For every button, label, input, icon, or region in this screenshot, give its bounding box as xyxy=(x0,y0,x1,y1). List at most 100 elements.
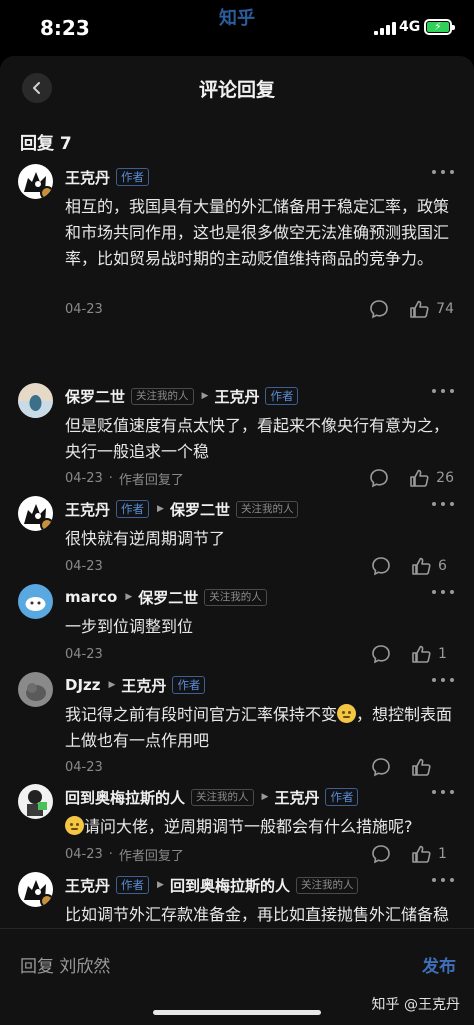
comment-meta: 保罗二世 关注我的人 ▶ 王克丹 作者 xyxy=(65,385,299,407)
reply-icon[interactable] xyxy=(369,299,389,319)
comment-actions: 1 xyxy=(371,642,454,666)
comment-footer: 04-23 · 作者回复了 xyxy=(65,844,184,864)
avatar[interactable] xyxy=(18,584,53,619)
follower-tag: 关注我的人 xyxy=(204,588,267,606)
like-button[interactable]: 1 xyxy=(411,644,454,665)
like-button[interactable]: 74 xyxy=(409,299,454,320)
reply-to-username[interactable]: 回到奥梅拉斯的人 xyxy=(170,875,290,896)
comment-actions: 1 xyxy=(371,842,454,866)
thinking-emoji-icon xyxy=(337,704,357,723)
more-icon[interactable] xyxy=(432,674,454,686)
like-button[interactable]: 6 xyxy=(411,556,454,577)
reply-icon[interactable] xyxy=(371,844,391,864)
author-replied-label: 作者回复了 xyxy=(118,472,184,488)
username[interactable]: 回到奥梅拉斯的人 xyxy=(65,787,185,808)
reply-to-username[interactable]: 王克丹 xyxy=(121,675,166,696)
publish-button[interactable]: 发布 xyxy=(422,952,456,977)
avatar[interactable] xyxy=(18,383,53,418)
author-tag: 作者 xyxy=(265,387,299,405)
thumbs-up-icon xyxy=(412,645,431,663)
battery-icon: ⚡ xyxy=(424,19,455,35)
username[interactable]: DJzz xyxy=(65,676,101,694)
comment-actions xyxy=(371,755,454,779)
avatar[interactable] xyxy=(18,164,53,199)
home-indicator[interactable] xyxy=(153,1010,321,1015)
reply-to-username[interactable]: 王克丹 xyxy=(214,386,259,407)
watermark: 知乎 @王克丹 xyxy=(371,997,460,1013)
avatar[interactable] xyxy=(18,784,53,819)
more-icon[interactable] xyxy=(432,874,454,886)
like-button[interactable]: 1 xyxy=(411,844,454,865)
reply-arrow-icon: ▶ xyxy=(261,792,269,802)
comment-text: 一步到位调整到位 xyxy=(65,617,194,636)
comment-date: 04-23 xyxy=(65,846,103,862)
more-icon[interactable] xyxy=(432,498,454,510)
signal-icon xyxy=(374,21,396,35)
like-count: 6 xyxy=(438,558,447,574)
comment-meta: 王克丹 作者 ▶ 回到奥梅拉斯的人 关注我的人 xyxy=(65,874,359,896)
more-icon[interactable] xyxy=(432,586,454,598)
like-count: 1 xyxy=(438,646,447,662)
comment-footer: 04-23 xyxy=(65,757,103,777)
thumbs-up-icon xyxy=(412,557,431,575)
username[interactable]: 王克丹 xyxy=(65,875,110,896)
reply-to-username[interactable]: 王克丹 xyxy=(274,787,319,808)
avatar[interactable] xyxy=(18,496,53,531)
username[interactable]: 王克丹 xyxy=(65,167,110,188)
like-count: 1 xyxy=(438,846,447,862)
comment-meta: marco ▶ 保罗二世 关注我的人 xyxy=(65,586,267,608)
more-icon[interactable] xyxy=(432,385,454,397)
author-tag: 作者 xyxy=(325,788,359,806)
reply-to-username[interactable]: 保罗二世 xyxy=(170,499,230,520)
reply-arrow-icon: ▶ xyxy=(125,592,133,602)
follower-tag: 关注我的人 xyxy=(191,788,254,806)
comment-meta: 回到奥梅拉斯的人 关注我的人 ▶ 王克丹 作者 xyxy=(65,786,359,808)
reply-arrow-icon: ▶ xyxy=(157,504,164,514)
follower-tag: 关注我的人 xyxy=(131,387,194,405)
avatar[interactable] xyxy=(18,872,53,907)
comment-meta: 王克丹 作者 ▶ 保罗二世 关注我的人 xyxy=(65,498,299,520)
more-icon[interactable] xyxy=(432,166,454,178)
status-bar: 8:23 知乎 4G ⚡ xyxy=(0,0,474,56)
comment-text-part: 我记得之前有段时间官方汇率保持不变 xyxy=(65,705,338,724)
username[interactable]: 王克丹 xyxy=(65,499,110,520)
page-title: 评论回复 xyxy=(198,79,275,101)
like-count: 74 xyxy=(436,301,454,317)
reply-input[interactable]: 回复 刘欣然 xyxy=(20,952,110,977)
reply-icon[interactable] xyxy=(371,556,391,576)
separator-dot: · xyxy=(108,470,113,486)
thumbs-up-icon xyxy=(410,469,429,487)
comment-actions: 6 xyxy=(371,554,454,578)
comment-footer: 04-23 xyxy=(65,644,103,664)
username[interactable]: 保罗二世 xyxy=(65,386,125,407)
comment-meta: 王克丹 作者 xyxy=(65,166,150,188)
reply-icon[interactable] xyxy=(369,468,389,488)
like-button[interactable]: 26 xyxy=(409,468,454,489)
comment-actions: 74 xyxy=(369,297,454,321)
avatar[interactable] xyxy=(18,672,53,707)
thumbs-up-icon xyxy=(412,845,431,863)
reply-arrow-icon: ▶ xyxy=(201,391,209,401)
comment-text: 我记得之前有段时间官方汇率保持不变 ，想控制表面上做也有一点作用吧 xyxy=(65,702,460,754)
comment-meta: DJzz ▶ 王克丹 作者 xyxy=(65,674,206,696)
like-button[interactable] xyxy=(411,757,454,778)
sheet-header: 评论回复 xyxy=(0,56,474,116)
author-tag: 作者 xyxy=(116,500,150,518)
separator-dot: · xyxy=(108,846,113,862)
comment-text: 请问大佬，逆周期调节一般都会有什么措施呢? xyxy=(65,814,460,840)
reply-arrow-icon: ▶ xyxy=(157,880,164,890)
reply-icon[interactable] xyxy=(371,644,391,664)
username[interactable]: marco xyxy=(65,588,117,606)
reply-to-username[interactable]: 保罗二世 xyxy=(138,587,198,608)
reply-arrow-icon: ▶ xyxy=(108,680,116,690)
like-count: 26 xyxy=(436,470,454,486)
comment-footer: 04-23 xyxy=(65,556,103,576)
author-replied-label: 作者回复了 xyxy=(118,848,184,864)
follower-tag: 关注我的人 xyxy=(295,876,359,894)
thumbs-up-icon xyxy=(410,300,429,318)
author-tag: 作者 xyxy=(116,876,150,894)
comment-text: 但是贬值速度有点太快了，看起来不像央行有意为之，央行一般追求一个稳 xyxy=(65,416,450,461)
reply-icon[interactable] xyxy=(371,757,391,777)
more-icon[interactable] xyxy=(432,786,454,798)
thumbs-up-icon xyxy=(412,758,431,776)
